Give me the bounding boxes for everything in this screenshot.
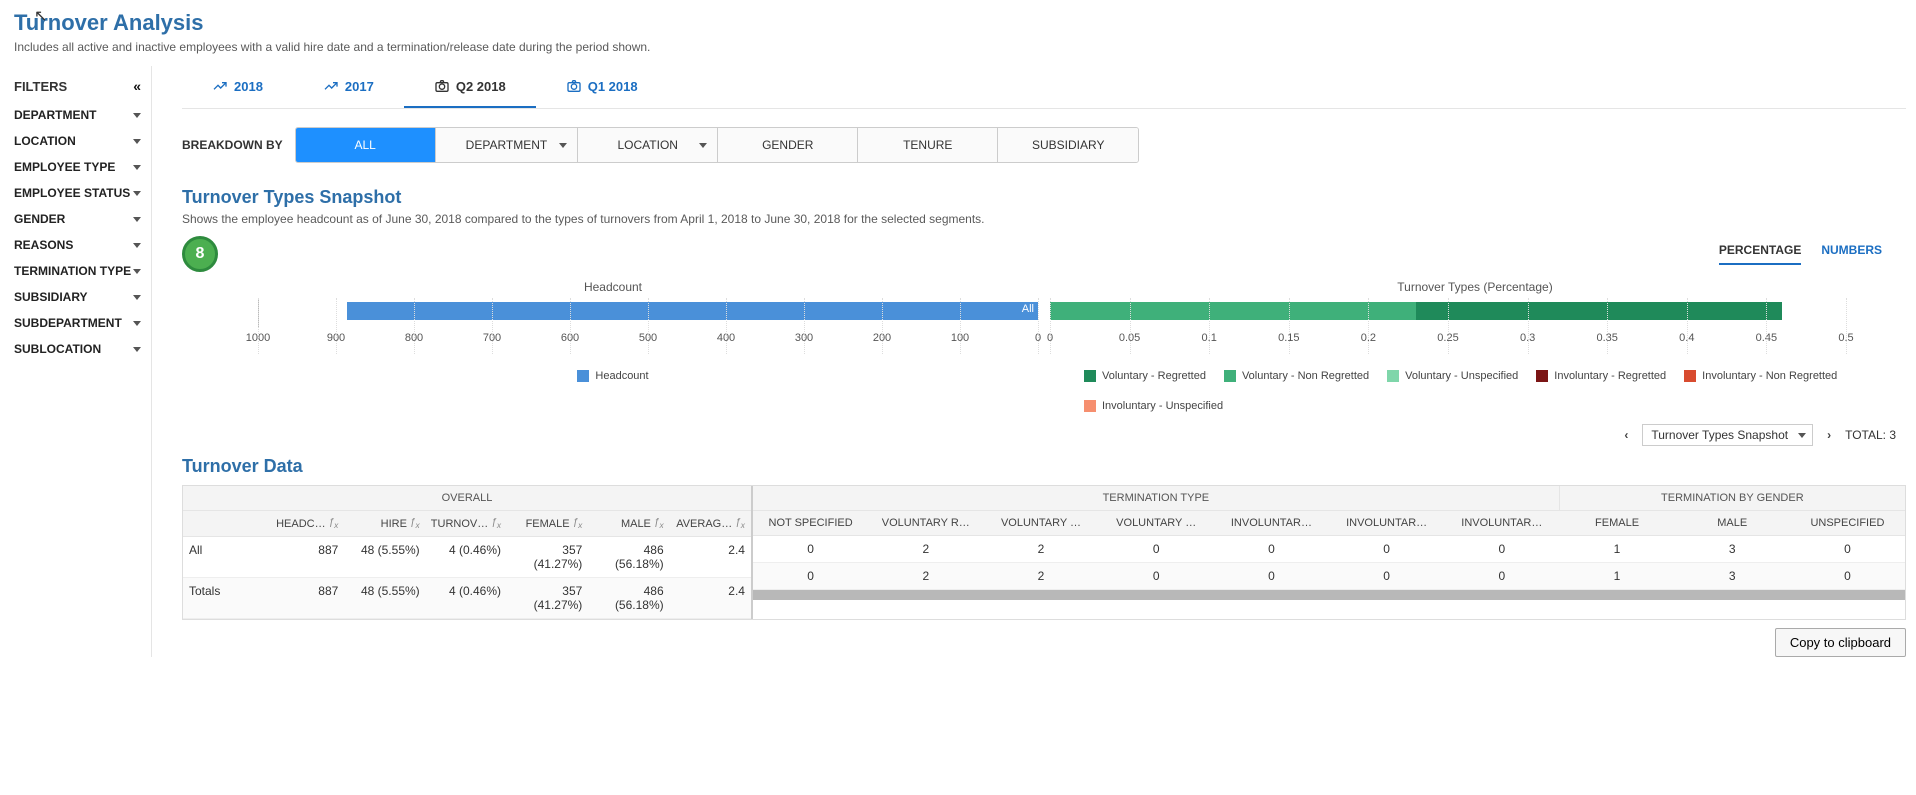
headcount-chart-title: Headcount xyxy=(182,280,1044,294)
snapshot-desc: Shows the employee headcount as of June … xyxy=(182,212,1906,226)
col-header[interactable]: TURNOV…ƒx xyxy=(426,511,507,536)
breakdown-all[interactable]: ALL xyxy=(296,128,436,162)
chevron-down-icon xyxy=(699,143,707,148)
breakdown-department[interactable]: DEPARTMENT xyxy=(436,128,579,162)
legend-item: Voluntary - Regretted xyxy=(1084,370,1206,382)
col-header[interactable]: VOLUNTARY R… xyxy=(868,511,983,535)
tab-q1-2018[interactable]: Q1 2018 xyxy=(536,66,668,108)
col-header[interactable]: AVERAG…ƒx xyxy=(670,511,751,536)
col-header[interactable]: MALE xyxy=(1675,511,1790,535)
legend-item: Voluntary - Unspecified xyxy=(1387,370,1518,382)
pager-total: TOTAL: 3 xyxy=(1845,428,1896,442)
snapshot-badge: 8 xyxy=(182,236,218,272)
tab-q2-2018[interactable]: Q2 2018 xyxy=(404,66,536,108)
col-header[interactable]: INVOLUNTAR… xyxy=(1444,511,1559,535)
filter-gender[interactable]: GENDER xyxy=(14,206,145,232)
page-title: Turnover Analysis xyxy=(14,10,1906,36)
col-header[interactable]: UNSPECIFIED xyxy=(1790,511,1905,535)
filter-reasons[interactable]: REASONS xyxy=(14,232,145,258)
table-row: 0220000130 xyxy=(753,563,1905,590)
legend-item: Involuntary - Non Regretted xyxy=(1684,370,1837,382)
pager-next[interactable]: › xyxy=(1823,428,1835,442)
col-header[interactable]: VOLUNTARY … xyxy=(1099,511,1214,535)
col-header[interactable]: HIREƒx xyxy=(344,511,425,536)
pager-select[interactable]: Turnover Types Snapshot xyxy=(1642,424,1813,446)
chevron-down-icon xyxy=(133,269,141,274)
legend-item: Involuntary - Regretted xyxy=(1536,370,1666,382)
filters-heading: FILTERS xyxy=(14,79,67,94)
col-header[interactable]: HEADC…ƒx xyxy=(263,511,344,536)
filter-subdepartment[interactable]: SUBDEPARTMENT xyxy=(14,310,145,336)
toggle-percentage[interactable]: PERCENTAGE xyxy=(1719,243,1801,265)
horizontal-scrollbar[interactable] xyxy=(753,590,1905,600)
legend-item: Voluntary - Non Regretted xyxy=(1224,370,1369,382)
legend-headcount: Headcount xyxy=(577,370,648,382)
chevron-down-icon xyxy=(133,191,141,196)
chevron-down-icon xyxy=(133,165,141,170)
breakdown-tenure[interactable]: TENURE xyxy=(858,128,998,162)
turnover-segment xyxy=(1050,302,1416,320)
cursor-icon: ↖ xyxy=(34,6,47,26)
headcount-bar: All xyxy=(347,302,1038,320)
turnover-chart-title: Turnover Types (Percentage) xyxy=(1044,280,1906,294)
col-header[interactable]: FEMALE xyxy=(1559,511,1674,535)
chevron-down-icon xyxy=(559,143,567,148)
group-overall: OVERALL xyxy=(183,486,751,511)
filters-sidebar: FILTERS « DEPARTMENTLOCATIONEMPLOYEE TYP… xyxy=(14,66,152,657)
table-row: Totals88748 (5.55%)4 (0.46%)357 (41.27%)… xyxy=(183,578,751,619)
filter-sublocation[interactable]: SUBLOCATION xyxy=(14,336,145,362)
col-header[interactable]: MALEƒx xyxy=(588,511,669,536)
tab-2018[interactable]: 2018 xyxy=(182,66,293,108)
filter-employee-type[interactable]: EMPLOYEE TYPE xyxy=(14,154,145,180)
filter-termination-type[interactable]: TERMINATION TYPE xyxy=(14,258,145,284)
data-table-title: Turnover Data xyxy=(182,456,1906,477)
col-header[interactable]: INVOLUNTAR… xyxy=(1329,511,1444,535)
chevron-down-icon xyxy=(133,243,141,248)
filter-department[interactable]: DEPARTMENT xyxy=(14,102,145,128)
tab-2017[interactable]: 2017 xyxy=(293,66,404,108)
toggle-numbers[interactable]: NUMBERS xyxy=(1821,243,1882,265)
chevron-down-icon xyxy=(133,139,141,144)
chevron-down-icon xyxy=(133,347,141,352)
table-row: 0220000130 xyxy=(753,536,1905,563)
chevron-down-icon xyxy=(133,217,141,222)
filter-employee-status[interactable]: EMPLOYEE STATUS xyxy=(14,180,145,206)
legend-item: Involuntary - Unspecified xyxy=(1084,400,1223,412)
col-header[interactable]: INVOLUNTAR… xyxy=(1214,511,1329,535)
breakdown-label: BREAKDOWN BY xyxy=(182,138,283,152)
col-header[interactable]: NOT SPECIFIED xyxy=(753,511,868,535)
filter-location[interactable]: LOCATION xyxy=(14,128,145,154)
copy-to-clipboard-button[interactable]: Copy to clipboard xyxy=(1775,628,1906,657)
collapse-sidebar-icon[interactable]: « xyxy=(133,78,141,94)
table-row: All88748 (5.55%)4 (0.46%)357 (41.27%)486… xyxy=(183,537,751,578)
chevron-down-icon xyxy=(133,321,141,326)
breakdown-location[interactable]: LOCATION xyxy=(578,128,718,162)
chevron-down-icon xyxy=(133,113,141,118)
page-subtitle: Includes all active and inactive employe… xyxy=(14,40,1906,54)
breakdown-gender[interactable]: GENDER xyxy=(718,128,858,162)
turnover-segment xyxy=(1416,302,1782,320)
breakdown-subsidiary[interactable]: SUBSIDIARY xyxy=(998,128,1138,162)
chevron-down-icon xyxy=(133,295,141,300)
pager-prev[interactable]: ‹ xyxy=(1620,428,1632,442)
filter-subsidiary[interactable]: SUBSIDIARY xyxy=(14,284,145,310)
col-header[interactable] xyxy=(183,511,263,536)
snapshot-title: Turnover Types Snapshot xyxy=(182,187,1906,208)
group-termgender: TERMINATION BY GENDER xyxy=(1559,486,1905,511)
col-header[interactable]: FEMALEƒx xyxy=(507,511,588,536)
group-termtype: TERMINATION TYPE xyxy=(753,486,1559,511)
col-header[interactable]: VOLUNTARY … xyxy=(983,511,1098,535)
